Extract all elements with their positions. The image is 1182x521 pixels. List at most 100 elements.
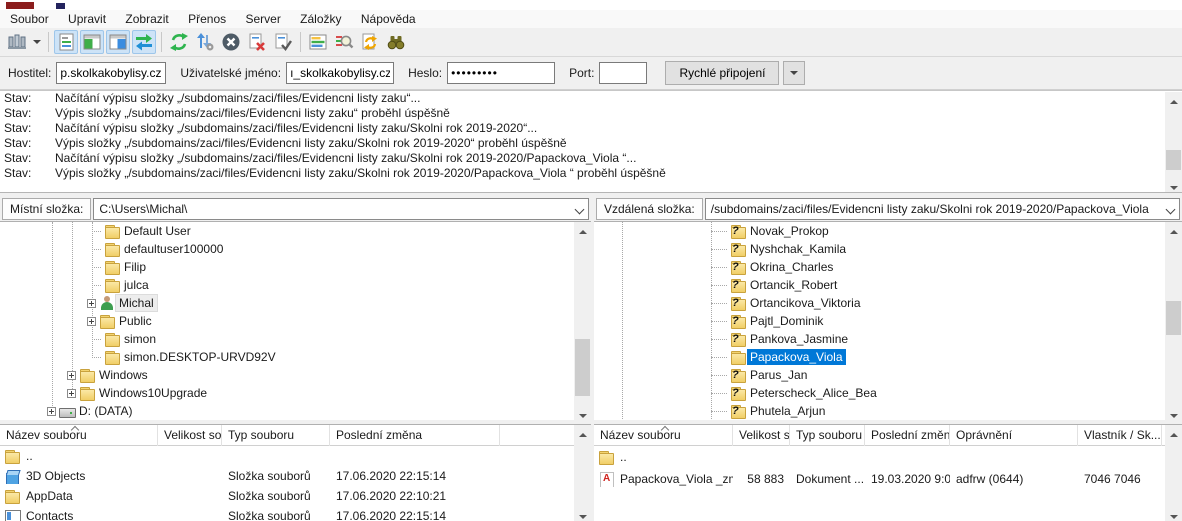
host-input[interactable]	[56, 62, 166, 84]
disconnect-button[interactable]	[245, 30, 269, 54]
menu-zalozky[interactable]: Záložky	[292, 10, 349, 28]
filezilla-logo-icon	[6, 2, 34, 9]
menu-server[interactable]: Server	[237, 10, 288, 28]
menu-zobrazit[interactable]: Zobrazit	[117, 10, 176, 28]
expander-plus-icon[interactable]	[67, 371, 76, 380]
scroll-up-icon[interactable]	[1165, 425, 1182, 440]
scroll-down-icon[interactable]	[1165, 178, 1182, 193]
folder-question-icon	[730, 332, 747, 347]
local-tree-item[interactable]: Windows10Upgrade	[0, 384, 591, 402]
column-header-type[interactable]: Typ souboru	[790, 425, 865, 446]
remote-path-combobox[interactable]: /subdomains/zaci/files/Evidencni listy z…	[705, 198, 1180, 220]
file-row-parent[interactable]: ..	[594, 446, 1182, 468]
menu-upravit[interactable]: Upravit	[60, 10, 114, 28]
column-header-owner[interactable]: Vlastník / Sk...	[1078, 425, 1162, 446]
expander-plus-icon[interactable]	[67, 389, 76, 398]
toolbar-separator	[300, 32, 301, 52]
file-row[interactable]: Papackova_Viola _zm... 58 883 Dokument .…	[594, 468, 1182, 490]
column-header-modified[interactable]: Poslední změna	[865, 425, 950, 446]
remote-tree-item[interactable]: Ortancikova_Viktoria	[594, 294, 1182, 312]
local-tree-item[interactable]: simon.DESKTOP-URVD92V	[0, 348, 591, 366]
password-input[interactable]	[447, 62, 555, 84]
column-header-size[interactable]: Velikost s...	[733, 425, 790, 446]
remote-tree-item[interactable]: Parus_Jan	[594, 366, 1182, 384]
chevron-down-icon[interactable]	[575, 204, 585, 214]
file-row[interactable]: AppData Složka souborů 17.06.2020 22:10:…	[0, 486, 591, 506]
scroll-up-icon[interactable]	[1165, 92, 1182, 107]
log-scrollbar[interactable]	[1165, 92, 1182, 193]
local-tree-item[interactable]: Windows	[0, 366, 591, 384]
local-list-header: Název souboru Velikost so... Typ souboru…	[0, 425, 591, 446]
expander-plus-icon[interactable]	[87, 299, 96, 308]
column-header-modified[interactable]: Poslední změna	[330, 425, 500, 446]
column-header-name[interactable]: Název souboru	[0, 425, 158, 446]
menu-prenos[interactable]: Přenos	[180, 10, 234, 28]
cancel-button[interactable]	[219, 30, 243, 54]
refresh-button[interactable]	[167, 30, 191, 54]
remote-tree-item[interactable]: Peterscheck_Alice_Bea	[594, 384, 1182, 402]
reconnect-button[interactable]	[271, 30, 295, 54]
toggle-message-log-button[interactable]	[54, 30, 78, 54]
local-tree-item[interactable]: Default User	[0, 222, 591, 240]
filter-button[interactable]	[306, 30, 330, 54]
process-queue-button[interactable]	[193, 30, 217, 54]
expander-plus-icon[interactable]	[47, 407, 56, 416]
remote-tree-item-selected[interactable]: Papackova_Viola	[594, 348, 1182, 366]
local-tree-item[interactable]: Public	[0, 312, 591, 330]
remote-file-list: Název souboru Velikost s... Typ souboru …	[594, 424, 1182, 521]
folder-icon	[104, 260, 121, 275]
menu-napoveda[interactable]: Nápověda	[353, 10, 424, 28]
scroll-up-icon[interactable]	[574, 425, 591, 440]
folder-icon	[598, 450, 615, 465]
toggle-local-tree-button[interactable]	[80, 30, 104, 54]
local-tree-item[interactable]: Filip	[0, 258, 591, 276]
directory-comparison-button[interactable]	[332, 30, 356, 54]
local-list-scrollbar[interactable]	[574, 425, 591, 521]
expander-plus-icon[interactable]	[87, 317, 96, 326]
remote-tree-item[interactable]: Pankova_Jasmine	[594, 330, 1182, 348]
file-row[interactable]: 3D Objects Složka souborů 17.06.2020 22:…	[0, 466, 591, 486]
site-manager-button[interactable]	[5, 30, 29, 54]
remote-tree-item[interactable]: Novak_Prokop	[594, 222, 1182, 240]
port-input[interactable]	[599, 62, 647, 84]
remote-list-scrollbar[interactable]	[1165, 425, 1182, 521]
log-message: Načítání výpisu složky „/subdomains/zaci…	[55, 121, 537, 135]
remote-tree-item[interactable]: Phutela_Arjun	[594, 402, 1182, 420]
scroll-down-icon[interactable]	[574, 507, 591, 521]
column-header-permissions[interactable]: Oprávnění	[950, 425, 1078, 446]
folder-question-icon	[730, 314, 747, 329]
quickconnect-button[interactable]: Rychlé připojení	[665, 61, 779, 85]
local-tree-item[interactable]: simon	[0, 330, 591, 348]
username-input[interactable]	[286, 62, 394, 84]
chevron-down-icon[interactable]	[1166, 204, 1176, 214]
remote-tree-item[interactable]: Ortancik_Robert	[594, 276, 1182, 294]
find-files-button[interactable]	[384, 30, 408, 54]
local-path-combobox[interactable]: C:\Users\Michal\	[93, 198, 589, 220]
remote-tree-item[interactable]: Okrina_Charles	[594, 258, 1182, 276]
local-tree-item-michal[interactable]: Michal	[0, 294, 591, 312]
column-header-size[interactable]: Velikost so...	[158, 425, 222, 446]
local-tree-item[interactable]: defaultuser100000	[0, 240, 591, 258]
log-message: Výpis složky „/subdomains/zaci/files/Evi…	[55, 136, 567, 150]
synchronized-browsing-button[interactable]	[358, 30, 382, 54]
log-message: Výpis složky „/subdomains/zaci/files/Evi…	[55, 166, 666, 180]
local-tree-item[interactable]: julca	[0, 276, 591, 294]
scrollbar-thumb[interactable]	[1166, 150, 1181, 170]
log-message: Výpis složky „/subdomains/zaci/files/Evi…	[55, 106, 450, 120]
menu-soubor[interactable]: Soubor	[2, 10, 57, 28]
message-log: Stav:Načítání výpisu složky „/subdomains…	[0, 90, 1182, 193]
scroll-down-icon[interactable]	[1165, 507, 1182, 521]
quickconnect-dropdown[interactable]	[783, 61, 805, 85]
local-tree-item[interactable]: D: (DATA)	[0, 402, 591, 420]
site-manager-dropdown[interactable]	[30, 30, 44, 54]
cancel-icon	[221, 32, 241, 52]
column-header-type[interactable]: Typ souboru	[222, 425, 330, 446]
toggle-transfer-queue-button[interactable]	[132, 30, 156, 54]
titlebar-partial	[0, 0, 1182, 10]
file-row[interactable]: Contacts Složka souborů 17.06.2020 22:15…	[0, 506, 591, 521]
file-row-parent[interactable]: ..	[0, 446, 591, 466]
folder-question-icon	[730, 404, 747, 419]
remote-tree-item[interactable]: Nyshchak_Kamila	[594, 240, 1182, 258]
toggle-remote-tree-button[interactable]	[106, 30, 130, 54]
remote-tree-item[interactable]: Pajtl_Dominik	[594, 312, 1182, 330]
